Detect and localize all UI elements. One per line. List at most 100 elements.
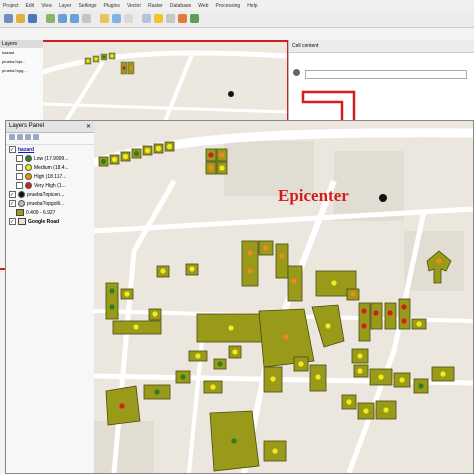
zoom-full-icon[interactable]: [82, 14, 91, 23]
hazard-point: [124, 291, 130, 297]
hazard-point: [217, 361, 223, 367]
legend-item-high[interactable]: High (18.117...: [6, 172, 94, 181]
menu-item[interactable]: Database: [170, 3, 191, 9]
layer-row-epicenter[interactable]: ✓ prueba?opicen...: [6, 190, 94, 199]
hazard-point: [279, 253, 285, 259]
legend-item-low[interactable]: Low (17.9999...: [6, 154, 94, 163]
select-icon[interactable]: [112, 14, 121, 23]
menu-item[interactable]: Processing: [215, 3, 240, 9]
menu-item[interactable]: Settings: [78, 3, 96, 9]
hazard-point: [270, 376, 276, 382]
legend-item-polygon-range[interactable]: 0.409 - 6.927: [6, 208, 94, 217]
bg-layer-item[interactable]: prueba?opg...: [0, 66, 43, 75]
menu-item[interactable]: Layer: [59, 3, 72, 9]
hazard-point: [219, 165, 225, 171]
checkbox-icon[interactable]: ✓: [9, 218, 16, 225]
attribute-table-icon[interactable]: [142, 14, 151, 23]
legend-item-medium[interactable]: Medium (18.4...: [6, 163, 94, 172]
close-icon[interactable]: ✕: [86, 123, 91, 130]
checkbox-icon[interactable]: ✓: [9, 146, 16, 153]
menu-item[interactable]: Plugins: [104, 3, 120, 9]
layer-name: Google Road: [28, 218, 60, 225]
filter-icon[interactable]: [25, 134, 31, 140]
hazard-point: [331, 280, 337, 286]
hazard-point: [298, 361, 304, 367]
measure-icon[interactable]: [124, 14, 133, 23]
checkbox-icon[interactable]: ✓: [9, 200, 16, 207]
menu-item[interactable]: Raster: [148, 3, 163, 9]
menu-item[interactable]: Project: [3, 3, 19, 9]
polygon-symbol-icon: [16, 209, 24, 216]
layer-row-polygons[interactable]: ✓ prueba?opgolli...: [6, 199, 94, 208]
hazard-point: [283, 334, 289, 340]
save-icon[interactable]: [28, 14, 37, 23]
hazard-point: [152, 311, 158, 317]
building-polygon: [287, 265, 303, 302]
hazard-point: [361, 308, 367, 314]
hazard-point: [228, 325, 234, 331]
open-folder-icon[interactable]: [16, 14, 25, 23]
menu-item[interactable]: View: [41, 3, 52, 9]
hazard-point: [189, 266, 195, 272]
bg-layer-item[interactable]: prueba?opi...: [0, 57, 43, 66]
hazard-point: [383, 407, 389, 413]
manage-visibility-icon[interactable]: [17, 134, 23, 140]
raster-layer-icon: [18, 218, 26, 225]
menu-item[interactable]: Edit: [26, 3, 35, 9]
hazard-point: [247, 250, 253, 256]
high-symbol-icon: [25, 173, 32, 180]
hazard-point: [231, 438, 237, 444]
legend-item-very-high[interactable]: Very High (1...: [6, 181, 94, 190]
add-group-icon[interactable]: [9, 134, 15, 140]
hazard-point: [122, 153, 129, 160]
bg-map-canvas[interactable]: [43, 40, 289, 126]
epicenter-label: Epicenter: [278, 186, 349, 205]
layer-name: prueba?opicen...: [27, 191, 65, 198]
hazard-point: [440, 371, 446, 377]
annotation-icon[interactable]: [178, 14, 187, 23]
plugin-icon[interactable]: [190, 14, 199, 23]
hazard-point: [160, 268, 166, 274]
hazard-point: [100, 158, 107, 165]
layer-name: hazard: [18, 146, 35, 153]
bg-layer-item[interactable]: hazard: [0, 48, 43, 57]
hazard-point: [263, 245, 269, 251]
layers-panel-header: Layers Panel ✕: [6, 121, 94, 133]
hazard-point: [144, 147, 151, 154]
map-tips-icon[interactable]: [154, 14, 163, 23]
new-project-icon[interactable]: [4, 14, 13, 23]
hazard-point: [232, 349, 238, 355]
cell-content-title: Cell content: [289, 40, 474, 53]
cell-content-input[interactable]: [305, 70, 467, 79]
hazard-point: [350, 291, 356, 297]
checkbox-icon[interactable]: [16, 155, 23, 162]
layer-row-google-road[interactable]: ✓ Google Road: [6, 217, 94, 226]
low-symbol-icon: [25, 155, 32, 162]
zoom-out-icon[interactable]: [70, 14, 79, 23]
building-polygon: [105, 282, 119, 320]
checkbox-icon[interactable]: [16, 173, 23, 180]
menu-item[interactable]: Help: [247, 3, 257, 9]
layer-row-hazard[interactable]: ✓ hazard: [6, 145, 94, 154]
hazard-point: [208, 165, 214, 171]
legend-label: 0.409 - 6.927: [26, 209, 56, 216]
identify-icon[interactable]: [100, 14, 109, 23]
menu-item[interactable]: Vector: [127, 3, 141, 9]
map-canvas[interactable]: [94, 121, 473, 473]
menu-bar: Project Edit View Layer Settings Plugins…: [0, 0, 474, 11]
pan-icon[interactable]: [46, 14, 55, 23]
statistics-icon[interactable]: [166, 14, 175, 23]
checkbox-icon[interactable]: [16, 164, 23, 171]
building-polygon: [241, 240, 259, 287]
checkbox-icon[interactable]: [16, 182, 23, 189]
hazard-point: [210, 384, 216, 390]
hazard-point: [195, 353, 201, 359]
hazard-point: [155, 145, 162, 152]
expression-icon[interactable]: [293, 69, 300, 76]
hazard-point: [378, 374, 384, 380]
hazard-point: [291, 278, 297, 284]
checkbox-icon[interactable]: ✓: [9, 191, 16, 198]
expand-all-icon[interactable]: [33, 134, 39, 140]
menu-item[interactable]: Web: [198, 3, 208, 9]
zoom-in-icon[interactable]: [58, 14, 67, 23]
